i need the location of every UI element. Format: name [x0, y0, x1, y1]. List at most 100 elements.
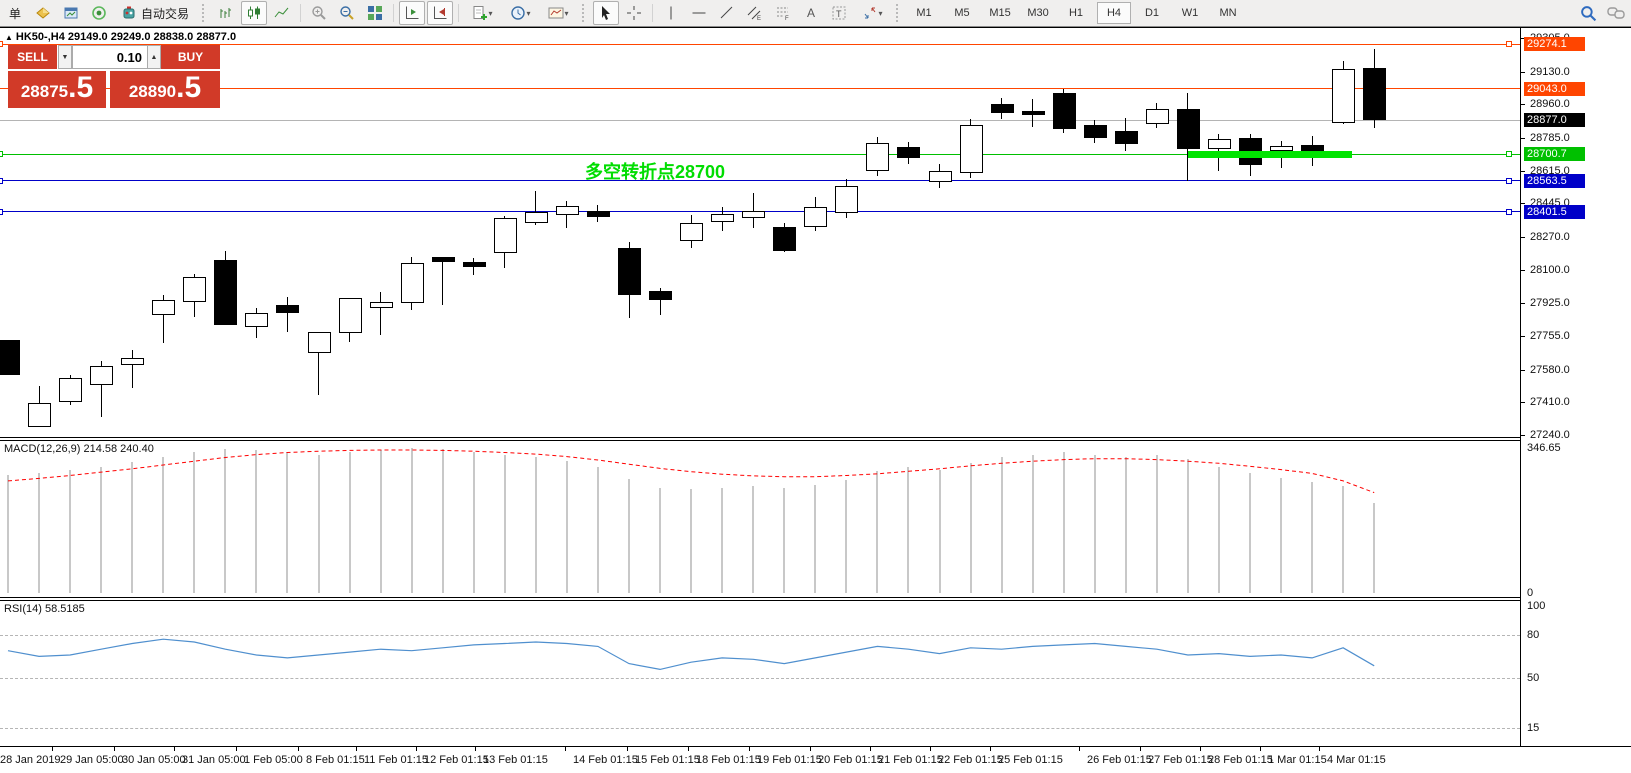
text-label-tool-button[interactable]: T: [826, 1, 852, 25]
trendline-segment[interactable]: [1188, 151, 1352, 158]
horizontal-line-tool-button[interactable]: [686, 1, 712, 25]
candle: [929, 171, 952, 182]
candle: [90, 366, 113, 385]
price-tick-mark: [1521, 402, 1525, 403]
timeframe-button-W1[interactable]: W1: [1173, 2, 1207, 24]
arrows-tool-button[interactable]: ▾: [854, 1, 890, 25]
horizontal-price-line[interactable]: [0, 120, 1520, 121]
panel-toggle-icon[interactable]: ▲: [5, 33, 13, 42]
autotrade-button[interactable]: 自动交易: [114, 1, 196, 25]
mql-market-icon[interactable]: [30, 1, 56, 25]
time-axis-label: 14 Feb 01:15: [573, 754, 638, 766]
price-tick-mark: [1521, 370, 1525, 371]
zoom-in-button[interactable]: [306, 1, 332, 25]
timeframe-button-D1[interactable]: D1: [1135, 2, 1169, 24]
fibonacci-tool-button[interactable]: F: [770, 1, 796, 25]
fibonacci-icon: F: [775, 5, 791, 21]
candle: [1208, 139, 1231, 149]
signals-icon[interactable]: [86, 1, 112, 25]
line-chart-button[interactable]: [269, 1, 295, 25]
channel-icon: E: [747, 5, 763, 21]
templates-button[interactable]: ▾: [540, 1, 576, 25]
line-handle-marker[interactable]: [1506, 178, 1512, 184]
cursor-tool-button[interactable]: [593, 1, 619, 25]
volume-decrease-button[interactable]: ▼: [58, 45, 72, 69]
timeframe-button-M5[interactable]: M5: [945, 2, 979, 24]
timeframe-button-H4[interactable]: H4: [1097, 2, 1131, 24]
time-tick-mark: [1200, 747, 1201, 751]
rsi-pane[interactable]: RSI(14) 58.5185: [0, 601, 1520, 746]
chart-annotation-text[interactable]: 多空转折点28700: [585, 158, 725, 184]
tile-windows-icon: [367, 5, 383, 21]
time-axis[interactable]: 28 Jan 201929 Jan 05:0030 Jan 05:0031 Ja…: [0, 746, 1631, 773]
candlestick-chart-button[interactable]: [241, 1, 267, 25]
auto-scroll-button[interactable]: [427, 1, 453, 25]
sell-price-display[interactable]: 28875.5: [8, 71, 106, 108]
timeframe-button-M30[interactable]: M30: [1021, 2, 1055, 24]
line-handle-marker[interactable]: [1506, 41, 1512, 47]
horizontal-price-line[interactable]: [0, 88, 1520, 89]
volume-input[interactable]: 0.10: [72, 45, 148, 69]
line-handle-marker[interactable]: [1506, 151, 1512, 157]
equidistant-channel-tool-button[interactable]: E: [742, 1, 768, 25]
line-handle-marker[interactable]: [1506, 209, 1512, 215]
candle: [370, 302, 393, 308]
timeframe-button-M1[interactable]: M1: [907, 2, 941, 24]
add-indicator-button[interactable]: ▾: [464, 1, 500, 25]
vertical-line-tool-button[interactable]: [658, 1, 684, 25]
price-tick-label: 27925.0: [1530, 297, 1570, 309]
candle: [742, 211, 765, 219]
buy-button[interactable]: BUY: [161, 45, 220, 69]
timeframe-button-H1[interactable]: H1: [1059, 2, 1093, 24]
price-axis[interactable]: 29305.029130.028960.028785.028615.028445…: [1520, 28, 1631, 746]
line-handle-marker[interactable]: [0, 178, 3, 184]
sell-button[interactable]: SELL: [8, 45, 57, 69]
periods-button[interactable]: ▾: [502, 1, 538, 25]
buy-price-main: 28890: [129, 75, 176, 109]
chat-button[interactable]: [1603, 1, 1629, 25]
spin-down-icon: ▼: [62, 54, 69, 61]
time-tick-mark: [688, 747, 689, 751]
time-axis-label: 13 Feb 01:15: [483, 754, 548, 766]
candle-wick: [287, 297, 288, 332]
zoom-out-button[interactable]: [334, 1, 360, 25]
chart-title: ▲HK50-,H4 29149.0 29249.0 28838.0 28877.…: [5, 31, 236, 43]
timeframe-button-MN[interactable]: MN: [1211, 2, 1245, 24]
trade-panel-row2: 28875.5 28890.5: [8, 71, 220, 108]
candle: [494, 218, 517, 253]
line-handle-marker[interactable]: [0, 209, 3, 215]
price-tag: 28700.7: [1524, 147, 1585, 161]
sell-price-frac: .5: [68, 71, 93, 105]
price-tick-label: 27410.0: [1530, 396, 1570, 408]
line-handle-marker[interactable]: [0, 41, 3, 47]
tile-windows-button[interactable]: [362, 1, 388, 25]
time-axis-label: 20 Feb 01:15: [818, 754, 883, 766]
open-chart-icon[interactable]: [58, 1, 84, 25]
toolbar-separator: [652, 4, 653, 22]
trade-panel-row1: SELL ▼ 0.10 ▲ BUY: [8, 45, 220, 69]
macd-pane[interactable]: MACD(12,26,9) 214.58 240.40: [0, 441, 1520, 597]
time-tick-mark: [870, 747, 871, 751]
text-tool-button[interactable]: A: [798, 1, 824, 25]
bar-chart-button[interactable]: [213, 1, 239, 25]
pane-separator[interactable]: [0, 437, 1631, 438]
price-tick-mark: [1521, 138, 1525, 139]
volume-increase-button[interactable]: ▲: [147, 45, 161, 69]
new-order-label: 单: [9, 5, 21, 22]
chart-shift-button[interactable]: [399, 1, 425, 25]
horizontal-price-line[interactable]: [0, 180, 1520, 181]
timeframe-button-M15[interactable]: M15: [983, 2, 1017, 24]
pane-separator[interactable]: [0, 597, 1631, 598]
buy-price-display[interactable]: 28890.5: [110, 71, 220, 108]
main-chart-pane[interactable]: 多空转折点28700: [0, 28, 1520, 437]
candle: [59, 378, 82, 402]
line-handle-marker[interactable]: [0, 151, 3, 157]
trading-platform-window: 单 自动交易: [0, 0, 1631, 773]
trendline-tool-button[interactable]: [714, 1, 740, 25]
candle: [28, 403, 51, 427]
horizontal-price-line[interactable]: [0, 44, 1520, 45]
candle-wick: [442, 257, 443, 306]
search-button[interactable]: [1575, 1, 1601, 25]
new-order-button[interactable]: 单: [2, 1, 28, 25]
crosshair-tool-button[interactable]: [621, 1, 647, 25]
